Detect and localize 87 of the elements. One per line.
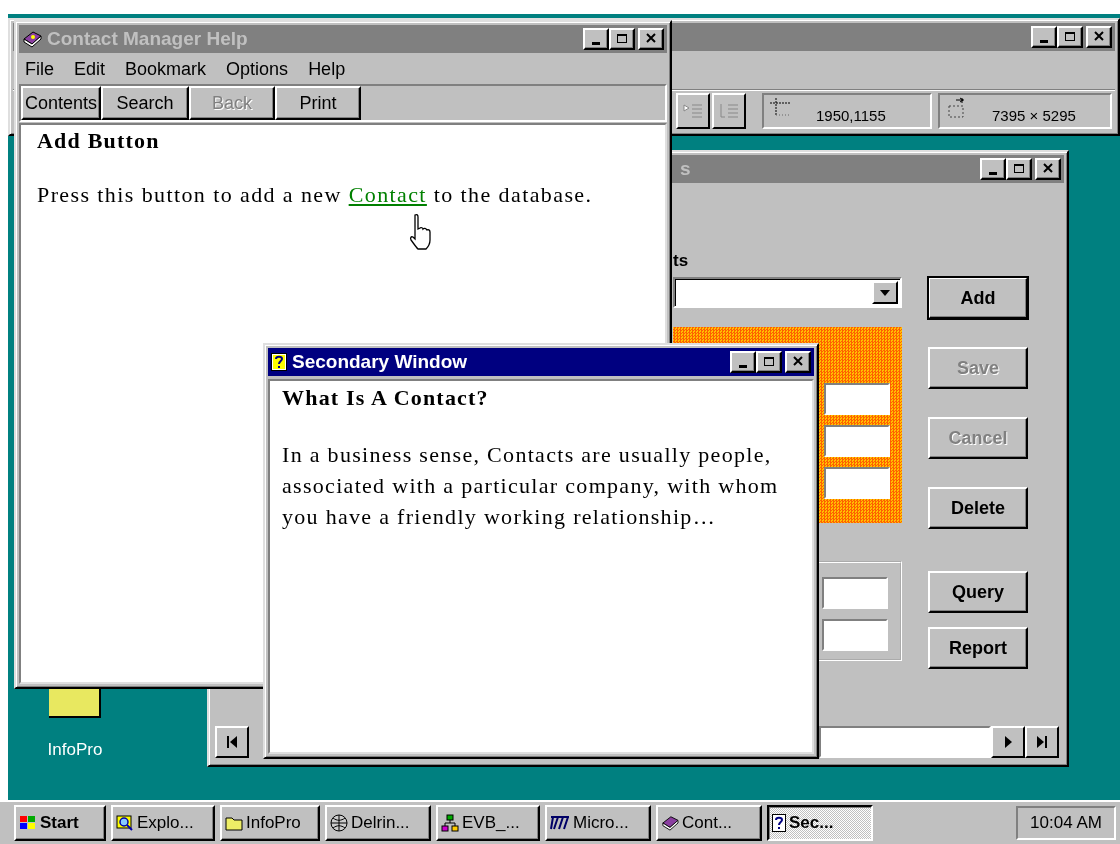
- input-field[interactable]: [822, 619, 888, 651]
- maximize-icon: [617, 33, 627, 43]
- magnifier-icon: [116, 814, 134, 832]
- close-icon: [646, 33, 656, 43]
- help-toolbar-button[interactable]: Contents: [21, 86, 101, 120]
- book-icon: [22, 30, 42, 48]
- taskbar-button[interactable]: EVB_...: [436, 805, 540, 841]
- windows-logo-icon: [19, 815, 37, 831]
- minimize-button[interactable]: [730, 351, 756, 373]
- maximize-icon: [1065, 31, 1075, 41]
- topic-heading: Add Button: [37, 128, 161, 154]
- clock: 10:04 AM: [1016, 806, 1116, 840]
- book-icon: [661, 815, 679, 831]
- close-button[interactable]: [638, 28, 664, 50]
- input-field[interactable]: [824, 383, 890, 415]
- indent-button[interactable]: [676, 93, 710, 129]
- size-text: 7395 × 5295: [992, 107, 1076, 124]
- record-field[interactable]: [819, 726, 991, 758]
- desktop-icon-label[interactable]: InfoPro: [47, 740, 103, 760]
- window-title: Contact Manager Help: [47, 28, 249, 50]
- menu-item[interactable]: Bookmark: [125, 59, 207, 80]
- help-toolbar-button[interactable]: Print: [275, 86, 361, 120]
- taskbar-button[interactable]: Micro...: [545, 805, 651, 841]
- taskbar-button[interactable]: InfoPro: [220, 805, 320, 841]
- close-button[interactable]: [785, 351, 811, 373]
- close-button[interactable]: [1086, 26, 1112, 48]
- action-button[interactable]: Add: [928, 277, 1028, 319]
- menu-item[interactable]: Edit: [74, 59, 106, 80]
- menu-item[interactable]: Help: [308, 59, 346, 80]
- topic-paragraph: In a business sense, Contacts are usually people, associated with a particular company, with whom you have a friendly working relationship…: [282, 441, 780, 531]
- input-field[interactable]: [824, 425, 890, 457]
- taskbar-button[interactable]: Explo...: [111, 805, 215, 841]
- taskbar-button[interactable]: Delrin...: [325, 805, 431, 841]
- maximize-button[interactable]: [609, 28, 635, 50]
- outdent-button[interactable]: [712, 93, 746, 129]
- close-icon: [1043, 163, 1053, 173]
- action-button[interactable]: Report: [928, 627, 1028, 669]
- help-icon: [271, 353, 287, 371]
- maximize-icon: [764, 356, 774, 366]
- start-button[interactable]: Start: [14, 805, 106, 841]
- input-field[interactable]: [824, 467, 890, 499]
- last-record-button[interactable]: [1025, 726, 1059, 758]
- crosshair-icon: [770, 97, 792, 117]
- contact-dropdown[interactable]: [673, 277, 902, 308]
- maximize-button[interactable]: [1006, 158, 1032, 180]
- folder-icon: [225, 815, 243, 831]
- menu-item[interactable]: Options: [226, 59, 289, 80]
- last-record-icon: [1036, 735, 1048, 749]
- close-icon: [793, 356, 803, 366]
- indent-icon: [682, 102, 704, 120]
- window-title: s: [679, 158, 692, 180]
- action-button[interactable]: Query: [928, 571, 1028, 613]
- minimize-button[interactable]: [1031, 26, 1057, 48]
- help-toolbar-button[interactable]: Search: [101, 86, 189, 120]
- contacts-label: ts: [673, 251, 690, 272]
- contact-link[interactable]: Contact: [348, 182, 427, 207]
- position-text: 1950,1155: [816, 107, 886, 124]
- input-field[interactable]: [822, 577, 888, 609]
- next-record-button[interactable]: [991, 726, 1025, 758]
- network-icon: [441, 814, 459, 832]
- close-button[interactable]: [1035, 158, 1061, 180]
- folder-icon[interactable]: [49, 688, 101, 718]
- lines-icon: [550, 815, 570, 831]
- maximize-button[interactable]: [756, 351, 782, 373]
- minimize-icon: [1040, 40, 1048, 43]
- minimize-icon: [989, 172, 997, 175]
- minimize-icon: [739, 365, 747, 368]
- help-paragraph: Press this button to add a new Contact to the database.: [37, 182, 594, 208]
- action-button[interactable]: Delete: [928, 487, 1028, 529]
- maximize-button[interactable]: [1057, 26, 1083, 48]
- topic-heading: What Is A Contact?: [282, 385, 490, 411]
- minimize-icon: [592, 42, 600, 45]
- dropdown-arrow-icon: [880, 289, 890, 296]
- minimize-button[interactable]: [583, 28, 609, 50]
- next-record-icon: [1004, 735, 1012, 749]
- window-title: Secondary Window: [292, 351, 469, 373]
- first-record-icon: [226, 735, 238, 749]
- taskbar-button[interactable]: Cont...: [656, 805, 762, 841]
- minimize-button[interactable]: [980, 158, 1006, 180]
- taskbar-button[interactable]: Sec...: [767, 805, 873, 841]
- close-icon: [1094, 31, 1104, 41]
- maximize-icon: [1014, 163, 1024, 173]
- help-icon: [772, 814, 786, 832]
- outdent-icon: [718, 102, 740, 120]
- globe-icon: [330, 814, 348, 832]
- menu-item[interactable]: File: [25, 59, 54, 80]
- first-record-button[interactable]: [215, 726, 249, 758]
